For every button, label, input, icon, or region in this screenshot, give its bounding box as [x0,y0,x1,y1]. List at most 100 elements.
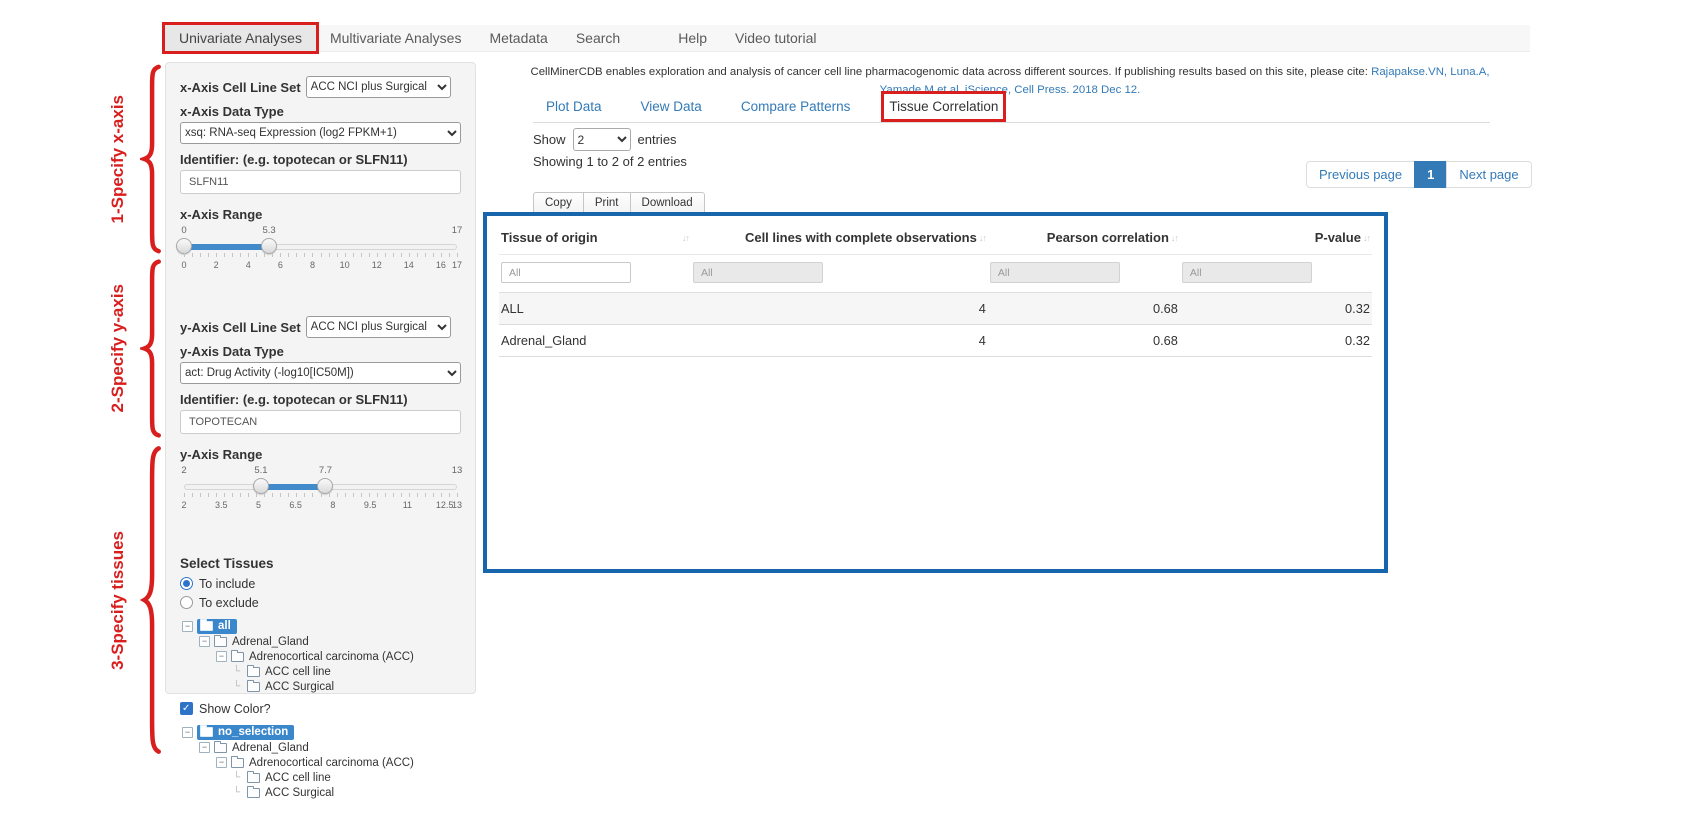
show-entries-suffix: entries [638,132,677,147]
slider-tick-mark [377,253,378,257]
tree-collapse-icon[interactable] [199,636,210,647]
column-header-cell-lines-with-complete-observations[interactable]: Cell lines with complete observations [691,230,988,245]
slider-tick-mark [377,493,378,497]
tissue-correlation-table-container: Tissue of origin Cell lines with complete… [483,212,1388,573]
slider-tick-mark [248,253,249,257]
x-axis-identifier-input[interactable] [180,170,461,194]
x-axis-data-type-select[interactable]: xsq: RNA-seq Expression (log2 FPKM+1) [180,122,461,144]
tree-selected-node: all [197,619,237,634]
slider-handle-low[interactable] [176,238,192,254]
nav-item-univariate-analyses[interactable]: Univariate Analyses [165,25,316,51]
y-axis-range-slider[interactable]: 25.17.71323.556.589.51112.513 [184,478,457,522]
table-row[interactable]: Adrenal_Gland40.680.32 [499,325,1372,357]
column-header-label: Tissue of origin [501,230,598,245]
column-filter-input-pearson-correlation[interactable] [990,262,1120,283]
tree-node-acc-surgical[interactable]: ACC Surgical [233,679,461,694]
column-header-tissue-of-origin[interactable]: Tissue of origin [499,230,691,245]
x-axis-range-slider[interactable]: 05.317024681012141617 [184,238,457,282]
sort-arrows-icon[interactable] [1171,233,1178,243]
y-axis-data-type-select[interactable]: act: Drug Activity (-log10[IC50M]) [180,362,461,384]
slider-handle-low[interactable] [253,478,269,494]
radio-to-include[interactable]: To include [180,574,461,593]
slider-handle-high[interactable] [317,478,333,494]
tree-node-acc-cell-line[interactable]: ACC cell line [233,664,461,679]
annotation-bracket-tissues: 3-Specify tissues [100,442,162,758]
slider-tick-mark [409,253,410,257]
tree-node-label: Adrenal_Gland [232,742,309,754]
copy-button[interactable]: Copy [533,192,584,214]
table-row[interactable]: ALL40.680.32 [499,293,1372,325]
slider-tick-label: 2 [214,260,219,270]
column-header-p-value[interactable]: P-value [1180,230,1372,245]
tab-compare-patterns[interactable]: Compare Patterns [741,99,851,114]
print-button[interactable]: Print [583,192,631,214]
show-color-checkbox-row[interactable]: Show Color? [180,699,461,718]
y-axis-cell-line-set-select[interactable]: ACC NCI plus Surgical [306,316,451,338]
sort-arrows-icon[interactable] [979,233,986,243]
tree-node-adrenal-gland[interactable]: Adrenal_Gland [199,634,461,649]
tree-node-adrenal-gland[interactable]: Adrenal_Gland [199,740,461,755]
sidebar-panel: x-Axis Cell Line Set ACC NCI plus Surgic… [165,62,476,694]
slider-tick-mark [264,253,265,257]
slider-tick-mark [449,253,450,257]
tree-node-acc-cell-line[interactable]: ACC cell line [233,770,461,785]
slider-tick-mark [200,493,201,497]
slider-tick-mark [457,493,458,497]
tree-collapse-icon[interactable] [182,727,193,738]
slider-tick-mark [353,493,354,497]
column-filter-input-cell-lines-with-complete-observations[interactable] [693,262,823,283]
nav-item-video-tutorial[interactable]: Video tutorial [721,25,830,51]
nav-item-help[interactable]: Help [664,25,721,51]
tree-node-acc-surgical[interactable]: ACC Surgical [233,785,461,800]
tree-node-adrenocortical-carcinoma-acc[interactable]: Adrenocortical carcinoma (ACC) [216,755,461,770]
select-tissues-title: Select Tissues [180,556,461,571]
column-header-pearson-correlation[interactable]: Pearson correlation [988,230,1180,245]
tree-node-label: all [218,620,231,632]
tree-node-no-selection[interactable]: no_selection [182,725,461,740]
tree-node-adrenocortical-carcinoma-acc[interactable]: Adrenocortical carcinoma (ACC) [216,649,461,664]
slider-tick-mark [232,253,233,257]
nav-item-metadata[interactable]: Metadata [475,25,561,51]
slider-handle-high[interactable] [261,238,277,254]
slider-tick-mark [433,253,434,257]
sort-arrows-icon[interactable] [682,233,689,243]
slider-tick-mark [256,493,257,497]
slider-tick-mark [264,493,265,497]
radio-to-exclude[interactable]: To exclude [180,593,461,612]
table-header-row: Tissue of origin Cell lines with complete… [499,222,1372,255]
show-entries-control: Show 2 entries [533,128,677,151]
nav-item-multivariate-analyses[interactable]: Multivariate Analyses [316,25,476,51]
next-page-button[interactable]: Next page [1446,161,1531,188]
tab-plot-data[interactable]: Plot Data [546,99,602,114]
tab-view-data[interactable]: View Data [641,99,702,114]
slider-tick-mark [296,493,297,497]
entries-count-select[interactable]: 2 [573,128,631,151]
tree-collapse-icon[interactable] [182,621,193,632]
tree-collapse-icon[interactable] [216,651,227,662]
previous-page-button[interactable]: Previous page [1306,161,1415,188]
slider-tick-mark [280,493,281,497]
nav-item-search[interactable]: Search [562,25,634,51]
slider-fill [184,244,269,250]
column-filter-input-p-value[interactable] [1182,262,1312,283]
tree-collapse-icon[interactable] [216,757,227,768]
tab-tissue-correlation[interactable]: Tissue Correlation [889,99,998,114]
y-axis-identifier-input[interactable] [180,410,461,434]
slider-fill [261,484,326,490]
slider-tick-mark [304,253,305,257]
slider-tick-label: 14 [404,260,414,270]
column-filter-input-tissue-of-origin[interactable] [501,262,631,283]
annotation-bracket-y-axis: 2-Specify y-axis [100,258,162,439]
radio-to-include-label: To include [199,577,255,591]
pagination: Previous page 1 Next page [1306,161,1532,188]
tree-collapse-icon[interactable] [199,742,210,753]
x-axis-cell-line-set-select[interactable]: ACC NCI plus Surgical [306,76,451,98]
tree-node-all[interactable]: all [182,619,461,634]
slider-value-label: 7.7 [319,465,332,476]
download-button[interactable]: Download [630,192,705,214]
folder-icon [200,727,213,737]
slider-tick-mark [353,253,354,257]
slider-tick-mark [361,253,362,257]
page-1-button[interactable]: 1 [1414,161,1447,188]
sort-arrows-icon[interactable] [1363,233,1370,243]
